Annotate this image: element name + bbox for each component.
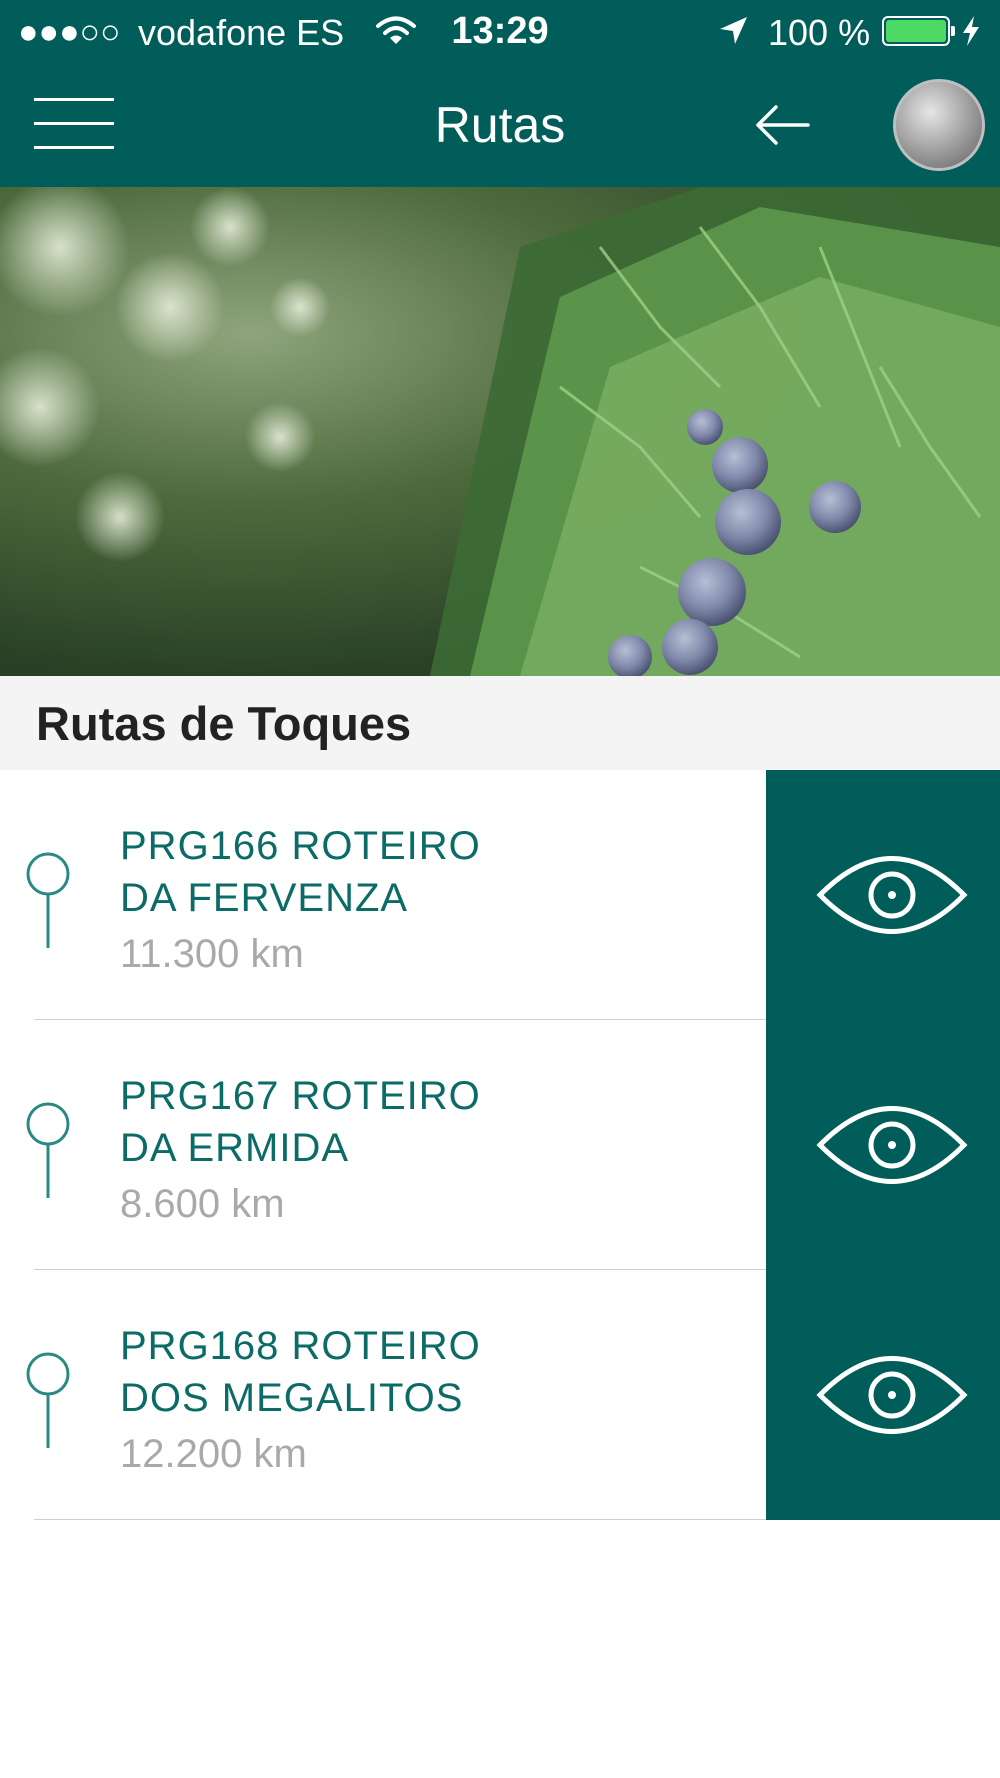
route-name-line: DA ERMIDA: [120, 1126, 350, 1170]
route-name: PRG168 ROTEIRO DOS MEGALITOS: [120, 1320, 481, 1424]
section-header: Rutas de Toques: [0, 676, 1000, 770]
map-pin-icon: [26, 852, 70, 948]
charging-bolt-icon: [960, 14, 982, 53]
view-route-button[interactable]: [766, 770, 1000, 1020]
route-name-line: PRG167 ROTEIRO: [120, 1074, 481, 1118]
eye-icon: [816, 1356, 968, 1434]
back-button[interactable]: [752, 100, 812, 150]
page-title: Rutas: [434, 97, 566, 153]
hero-image: [0, 187, 1000, 676]
route-name-line: DOS MEGALITOS: [120, 1376, 464, 1420]
map-pin-icon: [26, 1102, 70, 1198]
section-title: Rutas de Toques: [36, 697, 412, 750]
route-item[interactable]: PRG167 ROTEIRO DA ERMIDA 8.600 km: [0, 1020, 1000, 1270]
location-arrow-icon: [716, 14, 750, 53]
battery-icon: [882, 16, 955, 46]
map-pin-icon: [26, 1352, 70, 1448]
status-bar: ●●●○○ vodafone ES 13:29 100 %: [0, 0, 1000, 64]
view-route-button[interactable]: [766, 1270, 1000, 1520]
route-item[interactable]: PRG168 ROTEIRO DOS MEGALITOS 12.200 km: [0, 1270, 1000, 1520]
route-name: PRG167 ROTEIRO DA ERMIDA: [120, 1070, 481, 1174]
route-item[interactable]: PRG166 ROTEIRO DA FERVENZA 11.300 km: [0, 770, 1000, 1020]
user-avatar[interactable]: [893, 79, 985, 171]
top-bar: ●●●○○ vodafone ES 13:29 100 % Rutas: [0, 0, 1000, 187]
route-distance: 11.300 km: [120, 932, 304, 976]
route-distance: 12.200 km: [120, 1432, 307, 1476]
back-arrow-icon: [756, 105, 810, 145]
eye-icon: [816, 1106, 968, 1184]
row-divider: [34, 1519, 766, 1520]
route-name: PRG166 ROTEIRO DA FERVENZA: [120, 820, 481, 924]
battery-percentage: 100 %: [768, 12, 871, 53]
route-distance: 8.600 km: [120, 1182, 285, 1226]
eye-icon: [816, 856, 968, 934]
view-route-button[interactable]: [766, 1020, 1000, 1270]
route-name-line: DA FERVENZA: [120, 876, 409, 920]
route-name-line: PRG166 ROTEIRO: [120, 824, 481, 868]
juniper-branch-photo: [0, 187, 1000, 676]
route-name-line: PRG168 ROTEIRO: [120, 1324, 481, 1368]
